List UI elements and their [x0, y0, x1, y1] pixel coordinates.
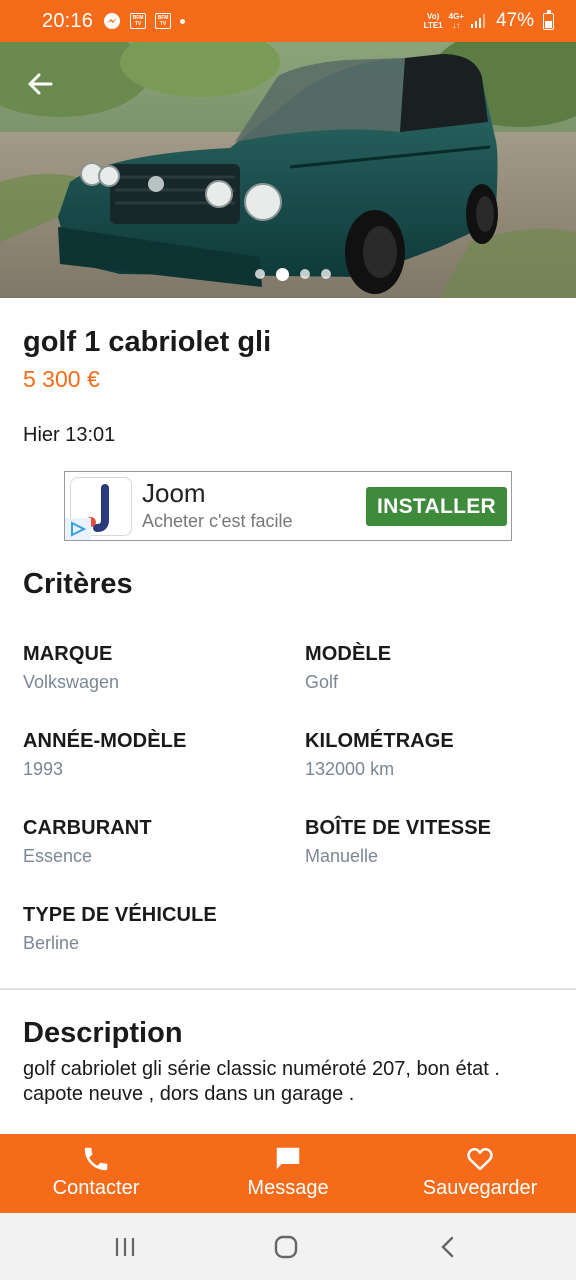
ad-brand: Joom: [142, 478, 206, 508]
install-button[interactable]: INSTALLER: [366, 487, 507, 526]
listing-photo-gallery[interactable]: [0, 42, 576, 298]
messenger-icon: [103, 12, 121, 30]
signal-icon: [470, 13, 486, 29]
criteria-item-type: TYPE DE VÉHICULE Berline: [23, 904, 217, 954]
description-title: Description: [23, 1017, 183, 1049]
heart-icon: [467, 1147, 493, 1171]
description-text: golf cabriolet gli série classic numérot…: [23, 1058, 500, 1105]
save-button[interactable]: Sauvegarder: [384, 1134, 576, 1213]
criteria-label: BOÎTE DE VITESSE: [305, 817, 492, 839]
criteria-value: Volkswagen: [23, 672, 120, 692]
battery-icon: [543, 9, 554, 30]
status-time: 20:16: [42, 9, 94, 32]
volte-indicator: Vo) LTE1: [423, 12, 443, 30]
message-label: Message: [247, 1177, 329, 1199]
criteria-value: 1993: [23, 759, 64, 779]
criteria-label: CARBURANT: [23, 817, 152, 839]
listing-date: Hier 13:01: [23, 424, 116, 446]
network-type: 4G+ ↓↑: [448, 12, 464, 30]
criteria-label: MARQUE: [23, 643, 113, 665]
system-back-button[interactable]: [428, 1231, 468, 1263]
message-button[interactable]: Message: [192, 1134, 384, 1213]
bfm-tv-icon: BFM TV: [155, 13, 172, 29]
page-dot-active[interactable]: [276, 267, 289, 281]
ad-banner[interactable]: Joom Acheter c'est facile INSTALLER: [64, 471, 512, 541]
car-photo: [0, 42, 576, 298]
criteria-label: KILOMÉTRAGE: [305, 730, 454, 752]
criteria-value: Golf: [305, 672, 339, 692]
chevron-left-icon: [441, 1236, 454, 1258]
criteria-label: MODÈLE: [305, 643, 392, 665]
listing-title: golf 1 cabriolet gli: [23, 326, 272, 358]
criteria-value: Berline: [23, 933, 80, 953]
criteria-label: TYPE DE VÉHICULE: [23, 904, 217, 926]
criteria-label: ANNÉE-MODÈLE: [23, 730, 187, 752]
save-label: Sauvegarder: [422, 1177, 538, 1199]
criteria-value: 132000 km: [305, 759, 395, 779]
page-dot[interactable]: [255, 269, 265, 279]
contact-button[interactable]: Contacter: [0, 1134, 192, 1213]
criteria-value: Manuelle: [305, 846, 379, 866]
page-dot[interactable]: [321, 269, 331, 279]
recent-apps-icon: [115, 1238, 135, 1256]
section-divider: [0, 988, 576, 990]
criteria-title: Critères: [23, 568, 133, 600]
criteria-item-kilometrage: KILOMÉTRAGE 132000 km: [305, 730, 454, 780]
criteria-item-carburant: CARBURANT Essence: [23, 817, 152, 867]
arrow-left-icon: [28, 73, 53, 95]
chat-bubble-icon: [276, 1147, 300, 1169]
criteria-item-annee: ANNÉE-MODÈLE 1993: [23, 730, 186, 780]
criteria-item-marque: MARQUE Volkswagen: [23, 643, 119, 693]
contact-label: Contacter: [52, 1177, 140, 1199]
action-bar: Contacter Message Sauvegarder: [0, 1134, 576, 1213]
recent-apps-button[interactable]: [105, 1231, 145, 1263]
home-button[interactable]: [266, 1231, 306, 1263]
page-dot[interactable]: [300, 269, 310, 279]
notification-dot-icon: [180, 18, 186, 24]
battery-percent: 47%: [495, 10, 534, 31]
ad-tagline: Acheter c'est facile: [142, 511, 293, 531]
bfm-tv-icon: BFM TV: [130, 13, 147, 29]
criteria-item-boite: BOÎTE DE VITESSE Manuelle: [305, 817, 491, 867]
phone-icon: [84, 1147, 108, 1171]
system-nav-bar: [0, 1213, 576, 1280]
listing-price: 5 300 €: [23, 366, 100, 392]
status-bar: 20:16 BFM TV BFM TV Vo) LTE1 4G+ ↓↑ 47%: [0, 0, 576, 42]
criteria-item-modele: MODÈLE Golf: [305, 643, 391, 693]
back-button[interactable]: [22, 66, 58, 102]
home-icon: [274, 1235, 298, 1259]
adchoices-icon[interactable]: [65, 518, 91, 540]
criteria-value: Essence: [23, 846, 93, 866]
gallery-pagination: [0, 267, 576, 281]
